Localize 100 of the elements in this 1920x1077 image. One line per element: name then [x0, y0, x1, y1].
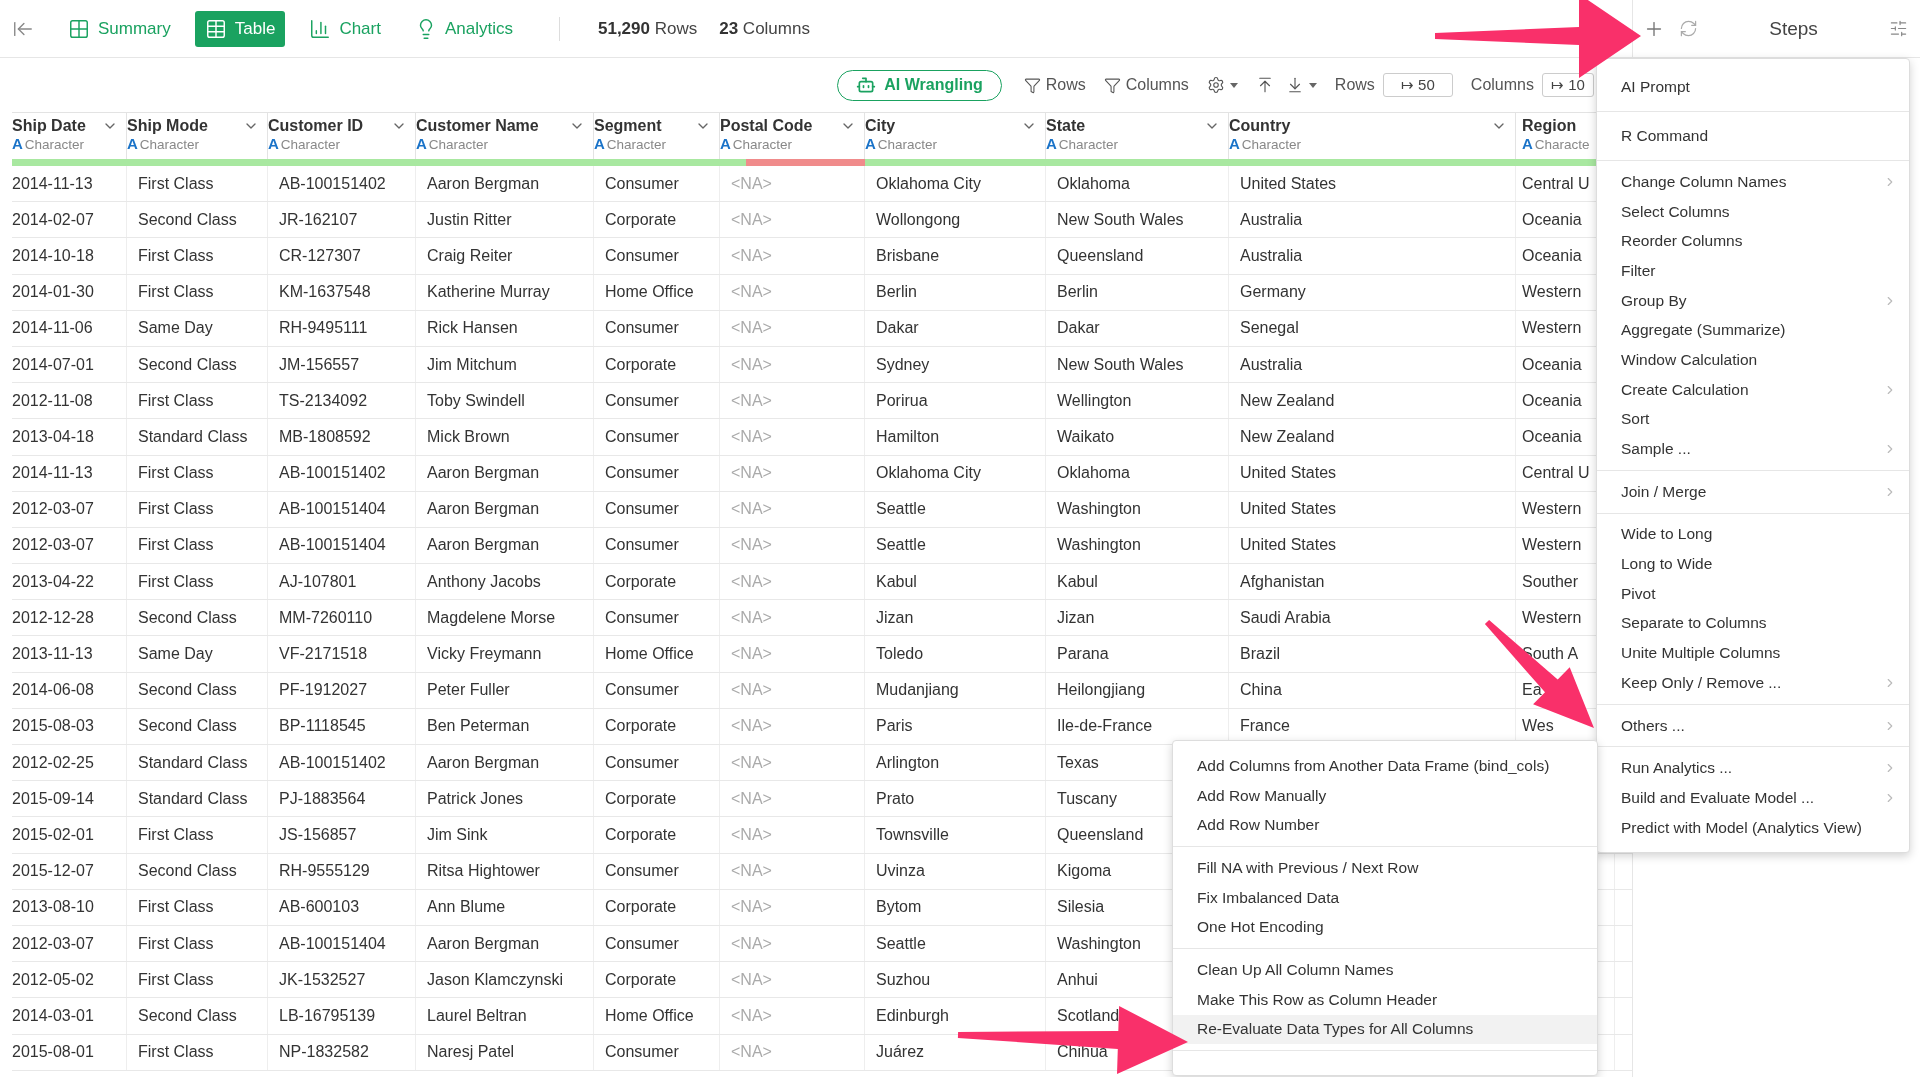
menu-item[interactable]: Fix Imbalanced Data — [1173, 882, 1597, 913]
table-cell: <NA> — [731, 862, 772, 881]
table-cell: Oklahoma — [1057, 464, 1130, 483]
table-cell: Kigoma — [1057, 862, 1112, 881]
table-cell: <NA> — [731, 210, 772, 229]
menu-item[interactable]: Long to Wide — [1597, 549, 1909, 579]
table-cell: 2015-12-07 — [12, 862, 94, 881]
table-cell: Brazil — [1240, 645, 1280, 664]
table-cell: Central U — [1522, 174, 1590, 193]
table-cell: Oklahoma — [1057, 174, 1130, 193]
menu-item[interactable]: Create Calculation — [1597, 374, 1909, 405]
table-cell: China — [1240, 681, 1282, 700]
table-cell: Berlin — [1057, 283, 1098, 302]
table-cell: Senegal — [1240, 319, 1299, 338]
table-cell: 2013-04-22 — [12, 572, 94, 591]
menu-item[interactable]: Others ... — [1597, 710, 1909, 741]
table-cell: LB-16795139 — [279, 1006, 376, 1025]
table-cell: Seattle — [876, 536, 926, 555]
table-cell: <NA> — [731, 970, 772, 989]
table-cell: Second Class — [138, 862, 237, 881]
menu-item[interactable]: Join / Merge — [1597, 476, 1909, 507]
table-cell: AJ-107801 — [279, 572, 357, 591]
menu-item[interactable]: Sample ... — [1597, 434, 1909, 464]
menu-item[interactable]: Run Analytics ... — [1597, 753, 1909, 784]
table-cell: France — [1240, 717, 1290, 736]
menu-item[interactable]: Build and Evaluate Model ... — [1597, 783, 1909, 813]
table-cell: <NA> — [731, 1043, 772, 1062]
grid-icon — [68, 17, 90, 40]
table-cell: <NA> — [731, 572, 772, 591]
table-cell: Parana — [1057, 645, 1109, 664]
table-cell: 2012-03-07 — [12, 934, 94, 953]
menu-item[interactable]: Unite Multiple Columns — [1597, 638, 1909, 668]
settings-icon[interactable] — [1206, 76, 1238, 94]
table-cell: 2014-01-30 — [12, 283, 94, 302]
table-cell: Western — [1522, 283, 1582, 302]
table-cell: Chihua — [1057, 1043, 1108, 1062]
table-cell: Mudanjiang — [876, 681, 959, 700]
table-cell: Corporate — [605, 825, 677, 844]
table-cell: 2012-03-07 — [12, 536, 94, 555]
table-cell: PF-1912027 — [279, 681, 368, 700]
table-cell: <NA> — [731, 536, 772, 555]
menu-item[interactable]: Add Columns from Another Data Frame (bind_cols) — [1173, 751, 1597, 781]
table-cell: Ea — [1522, 681, 1542, 700]
table-cell: Corporate — [605, 970, 677, 989]
table-cell: Aaron Bergman — [427, 536, 540, 555]
menu-item[interactable]: Add Row Manually — [1173, 780, 1597, 811]
menu-item[interactable]: Wide to Long — [1597, 519, 1909, 550]
table-cell: 2014-11-13 — [12, 174, 93, 193]
table-cell: Central U — [1522, 464, 1590, 483]
filter-button[interactable]: Rows — [1023, 76, 1086, 94]
menu-item[interactable]: One Hot Encoding — [1173, 912, 1597, 943]
menu-item[interactable]: Window Calculation — [1597, 345, 1909, 375]
rows-input[interactable]: ↦ 50 — [1382, 73, 1453, 97]
menu-item[interactable]: Pivot — [1597, 578, 1909, 609]
menu-item[interactable]: Separate to Columns — [1597, 608, 1909, 639]
table-cell: First Class — [138, 934, 214, 953]
table-cell: 2013-04-18 — [12, 427, 94, 446]
table-cell: 2012-05-02 — [12, 970, 94, 989]
sliders-icon[interactable] — [1889, 19, 1908, 38]
bar-chart-icon — [309, 17, 332, 40]
table-cell: Western — [1522, 500, 1582, 519]
table-cell: JM-156557 — [279, 355, 360, 374]
table-cell: Western — [1522, 319, 1582, 338]
table-cell: <NA> — [731, 898, 772, 917]
menu-item[interactable]: Add Row Number — [1173, 810, 1597, 841]
menu-item[interactable]: Predict with Model (Analytics View) — [1597, 812, 1909, 843]
table-cell: Anhui — [1057, 970, 1098, 989]
table-cell: JS-156857 — [279, 825, 357, 844]
table-cell: 2014-02-07 — [12, 210, 94, 229]
table-cell: <NA> — [731, 355, 772, 374]
table-cell: Consumer — [605, 464, 679, 483]
menu-item[interactable]: Sort — [1597, 404, 1909, 435]
table-cell: Kabul — [876, 572, 917, 591]
filter-button[interactable]: Columns — [1103, 76, 1189, 94]
table-cell: TS-2134092 — [279, 391, 368, 410]
table-cell: <NA> — [731, 464, 772, 483]
menu-item[interactable]: Fill NA with Previous / Next Row — [1173, 853, 1597, 883]
table-cell: First Class — [138, 464, 214, 483]
table-cell: 2012-02-25 — [12, 753, 94, 772]
menu-item[interactable]: Clean Up All Column Names — [1173, 955, 1597, 985]
table-cell: AB-100151404 — [279, 934, 386, 953]
menu-item[interactable]: Change Column Names — [1597, 167, 1909, 197]
menu-item[interactable]: AI Prompt — [1597, 68, 1909, 106]
table-cell: Naresj Patel — [427, 1043, 515, 1062]
table-cell: 2014-03-01 — [12, 1006, 94, 1025]
table-cell: <NA> — [731, 174, 772, 193]
table-cell: Home Office — [605, 283, 694, 302]
table-cell: Arlington — [876, 753, 940, 772]
menu-item[interactable]: Make This Row as Column Header — [1173, 984, 1597, 1015]
menu-item[interactable]: Select Columns — [1597, 196, 1909, 227]
table-cell: Katherine Murray — [427, 283, 550, 302]
menu-item[interactable]: Reorder Columns — [1597, 226, 1909, 257]
menu-item[interactable]: Group By — [1597, 285, 1909, 316]
menu-item[interactable]: Keep Only / Remove ... — [1597, 668, 1909, 698]
menu-item[interactable]: Re-Evaluate Data Types for All Columns — [1173, 1014, 1597, 1045]
menu-item[interactable]: Filter — [1597, 256, 1909, 286]
menu-item[interactable]: Aggregate (Summarize) — [1597, 315, 1909, 346]
table-cell: AB-600103 — [279, 898, 360, 917]
columns-label: Columns — [1470, 76, 1534, 94]
table-cell: Oceania — [1522, 210, 1582, 229]
